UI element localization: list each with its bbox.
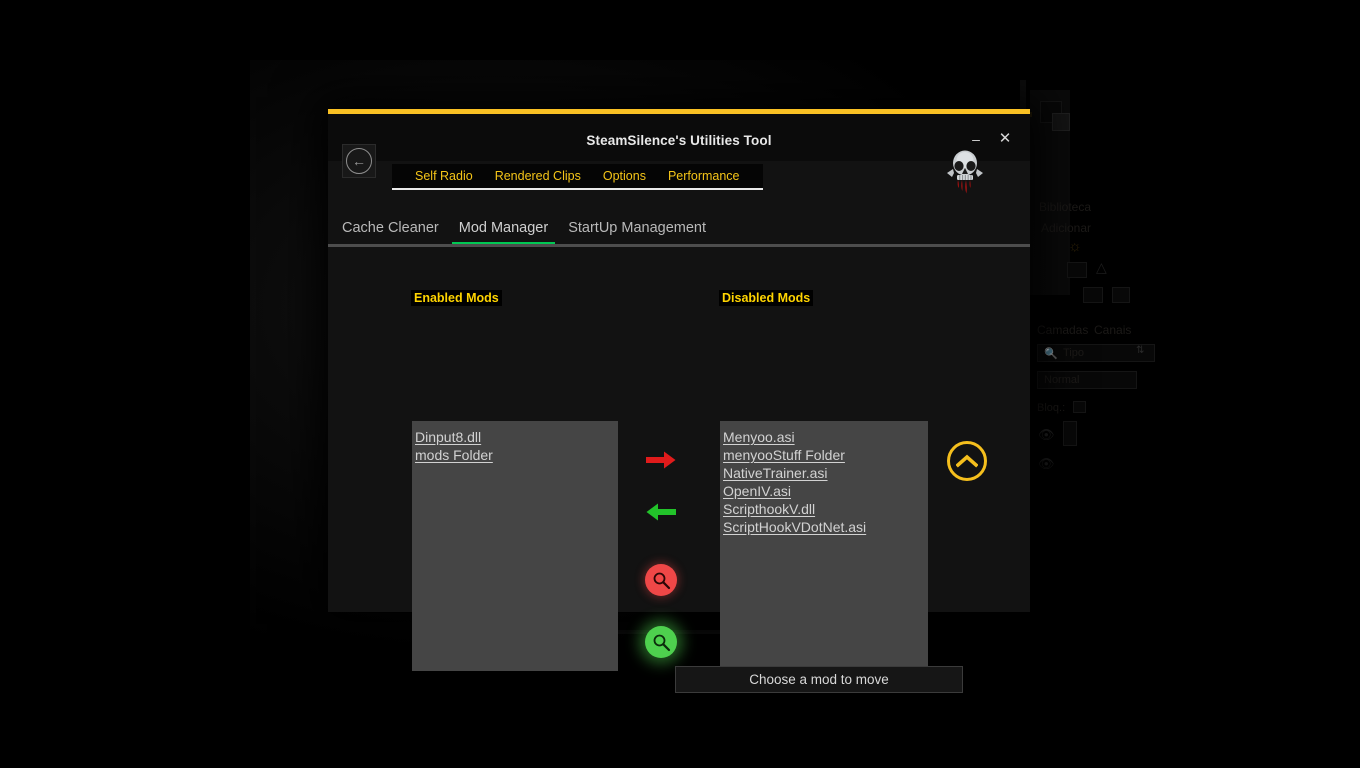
close-button[interactable]: ✕ — [994, 129, 1016, 149]
disabled-mods-heading: Disabled Mods — [719, 290, 813, 306]
background-thumb-3 — [1112, 287, 1130, 303]
disabled-mod-label[interactable]: OpenIV.asi — [723, 483, 791, 499]
arrow-right-icon — [645, 449, 677, 471]
enabled-mods-list[interactable]: Dinput8.dll mods Folder — [412, 421, 618, 671]
status-bar[interactable]: Choose a mod to move — [675, 666, 963, 693]
list-item[interactable]: mods Folder — [412, 446, 618, 464]
magnifier-icon — [652, 633, 671, 652]
background-thumb-1 — [1067, 262, 1087, 278]
mod-manager-panel: Enabled Mods Disabled Mods Dinput8.dll m… — [328, 247, 1030, 612]
minimize-button[interactable]: – — [965, 129, 987, 149]
move-right-button[interactable] — [644, 445, 678, 475]
tab-cache-cleaner[interactable]: Cache Cleaner — [332, 219, 449, 246]
menu-item-rendered-clips[interactable]: Rendered Clips — [484, 169, 592, 183]
list-item[interactable]: ScriptHookVDotNet.asi — [720, 518, 928, 536]
list-item[interactable]: Menyoo.asi — [720, 428, 928, 446]
background-lock-swatch — [1073, 401, 1086, 413]
utilities-tool-window: SteamSilence's Utilities Tool – ✕ ← Self… — [328, 109, 1030, 612]
enabled-mod-label[interactable]: mods Folder — [415, 447, 493, 463]
disabled-mod-label[interactable]: Menyoo.asi — [723, 429, 795, 445]
list-item[interactable]: ScripthookV.dll — [720, 500, 928, 518]
page-title: SteamSilence's Utilities Tool — [328, 133, 1030, 148]
scroll-up-button[interactable] — [947, 441, 987, 481]
background-label-canais: Canais — [1094, 323, 1131, 337]
disabled-mod-label[interactable]: ScripthookV.dll — [723, 501, 815, 517]
background-thumb-2 — [1083, 287, 1103, 303]
enabled-mod-label[interactable]: Dinput8.dll — [415, 429, 481, 445]
tab-mod-manager[interactable]: Mod Manager — [449, 219, 558, 246]
back-button[interactable]: ← — [342, 144, 376, 178]
search-disabled-button[interactable] — [645, 564, 677, 596]
skull-logo — [944, 147, 986, 195]
list-item[interactable]: Dinput8.dll — [412, 428, 618, 446]
disabled-mod-label[interactable]: menyooStuff Folder — [723, 447, 845, 463]
menu-item-self-radio[interactable]: Self Radio — [404, 169, 484, 183]
list-item[interactable]: menyooStuff Folder — [720, 446, 928, 464]
chevron-up-icon — [956, 453, 978, 469]
search-enabled-button[interactable] — [645, 626, 677, 658]
magnifier-icon — [652, 571, 671, 590]
background-stepper-icon: ⇅ — [1136, 345, 1144, 356]
tab-startup-management[interactable]: StartUp Management — [558, 219, 716, 246]
move-left-button[interactable] — [644, 497, 678, 527]
menu-item-options[interactable]: Options — [592, 169, 657, 183]
background-icon-triangle: △ — [1096, 259, 1107, 276]
window-titlebar[interactable]: SteamSilence's Utilities Tool – ✕ — [328, 114, 1030, 161]
menu-item-performance[interactable]: Performance — [657, 169, 751, 183]
arrow-left-icon — [645, 501, 677, 523]
main-menu-bar: Self Radio Rendered Clips Options Perfor… — [392, 164, 763, 190]
disabled-mod-label[interactable]: NativeTrainer.asi — [723, 465, 828, 481]
enabled-mods-heading: Enabled Mods — [411, 290, 502, 306]
background-icon-sun: ☼ — [1068, 238, 1082, 255]
back-arrow-icon: ← — [346, 148, 372, 174]
disabled-mod-label[interactable]: ScriptHookVDotNet.asi — [723, 519, 866, 535]
list-item[interactable]: OpenIV.asi — [720, 482, 928, 500]
list-item[interactable]: NativeTrainer.asi — [720, 464, 928, 482]
disabled-mods-list[interactable]: Menyoo.asi menyooStuff Folder NativeTrai… — [720, 421, 928, 671]
